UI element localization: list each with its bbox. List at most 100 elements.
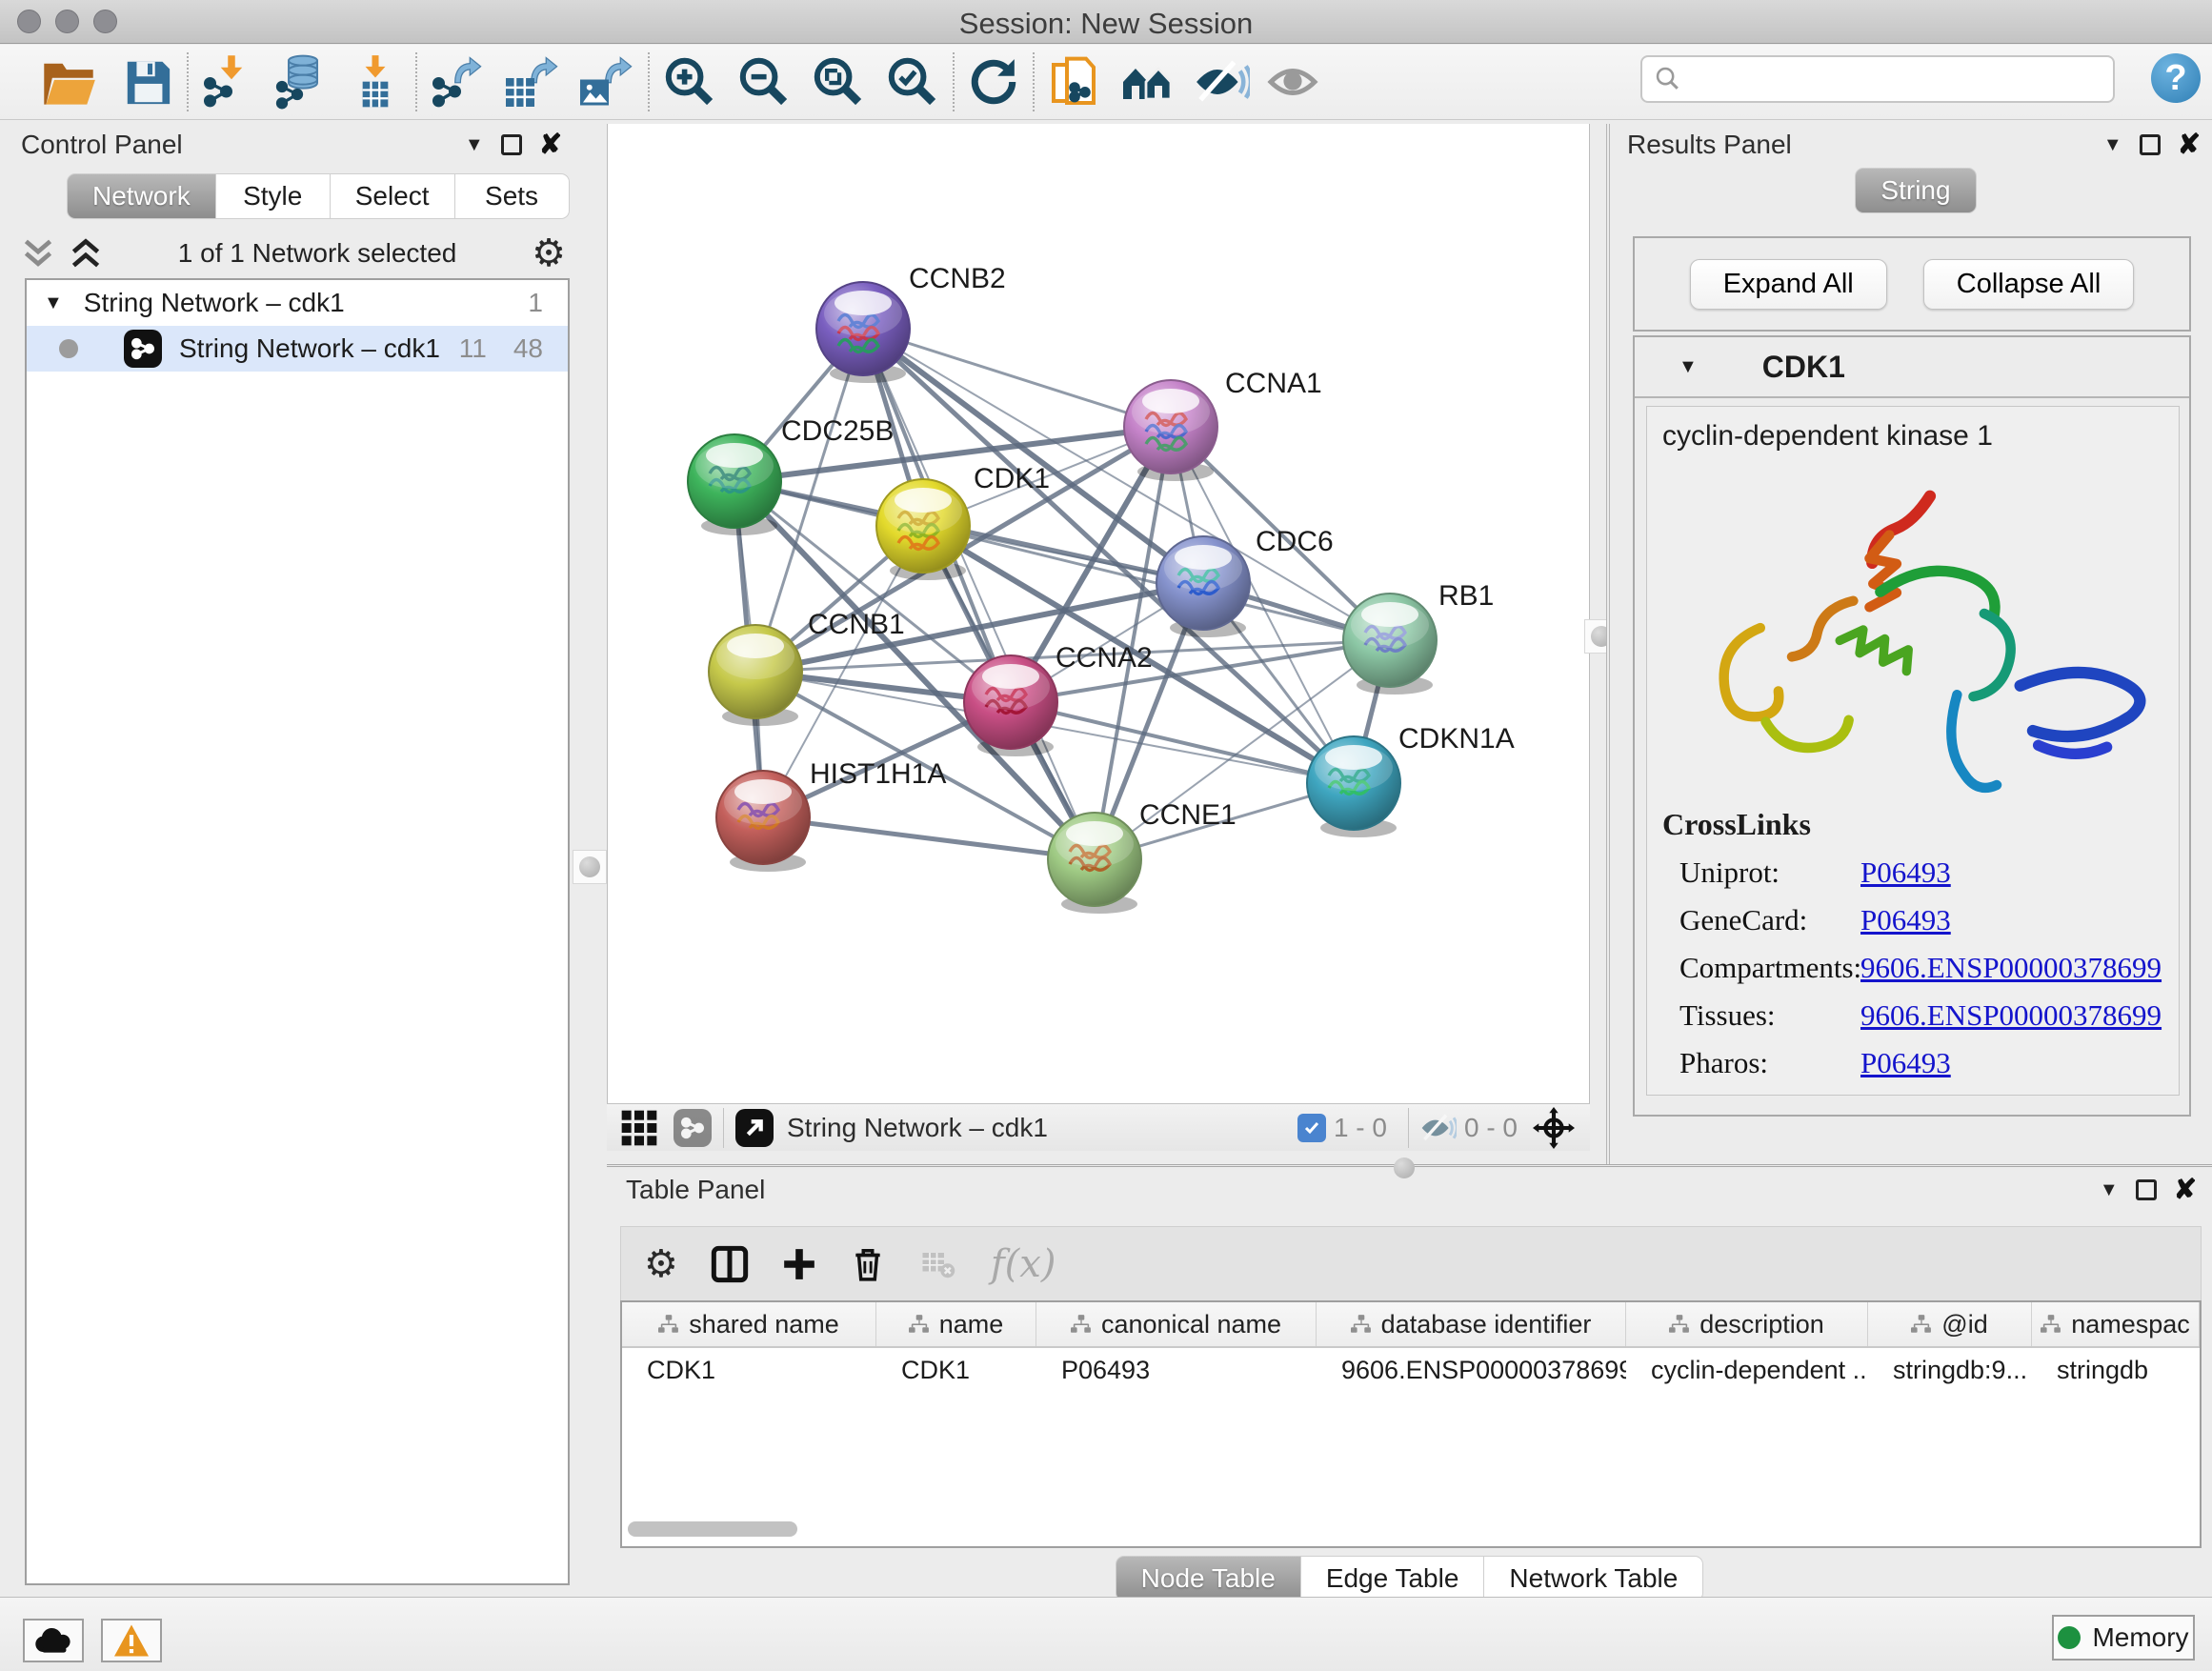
panel-menu-icon[interactable]: ▼: [2100, 1179, 2119, 1201]
tab-string[interactable]: String: [1855, 168, 1976, 213]
expand-all-button[interactable]: Expand All: [1690, 259, 1887, 310]
tab-node-table[interactable]: Node Table: [1116, 1556, 1301, 1601]
tab-select[interactable]: Select: [331, 173, 455, 219]
table-options-gear-icon[interactable]: ⚙: [644, 1245, 678, 1283]
vertical-splitter-dot[interactable]: [1394, 1158, 1415, 1178]
node-CCNA1[interactable]: CCNA1: [1124, 368, 1322, 481]
delete-column-icon[interactable]: [850, 1245, 886, 1283]
tab-edge-table[interactable]: Edge Table: [1301, 1556, 1485, 1601]
table-cell[interactable]: cyclin-dependent ...: [1626, 1356, 1868, 1385]
crosslink-link[interactable]: P06493: [1860, 903, 1951, 937]
save-session-button[interactable]: [122, 50, 173, 113]
column-header-shared-name[interactable]: shared name: [622, 1302, 876, 1346]
node-CDK1[interactable]: CDK1: [876, 463, 1050, 580]
node-label-CCNA1: CCNA1: [1225, 368, 1322, 399]
zoom-out-button[interactable]: [737, 50, 791, 113]
gene-header[interactable]: ▼ CDK1: [1635, 337, 2189, 398]
import-network-database-button[interactable]: [274, 50, 333, 113]
node-HIST1H1A[interactable]: HIST1H1A: [716, 758, 946, 872]
detach-view-icon[interactable]: [735, 1109, 774, 1147]
panel-menu-icon[interactable]: ▼: [2103, 134, 2122, 156]
column-header-namespac[interactable]: namespac: [2032, 1302, 2200, 1346]
left-splitter-handle[interactable]: [573, 850, 607, 884]
network-options-gear-icon[interactable]: ⚙: [532, 234, 566, 272]
export-network-button[interactable]: [431, 50, 486, 113]
column-header-canonical-name[interactable]: canonical name: [1036, 1302, 1317, 1346]
expand-all-icon[interactable]: [69, 236, 103, 271]
network-list: ▼ String Network – cdk1 1 String Network…: [25, 278, 570, 1585]
panel-float-icon[interactable]: [501, 134, 522, 155]
search-box[interactable]: [1640, 55, 2115, 103]
panel-close-icon[interactable]: ✘: [2178, 134, 2201, 155]
share-document-button[interactable]: [1048, 50, 1101, 113]
tab-network-table[interactable]: Network Table: [1484, 1556, 1703, 1601]
zoom-fit-button[interactable]: [812, 50, 865, 113]
collapse-all-button[interactable]: Collapse All: [1923, 259, 2135, 310]
toolbar-divider: [953, 52, 955, 111]
node-CCNE1[interactable]: CCNE1: [1048, 799, 1237, 914]
export-image-button[interactable]: [577, 50, 634, 113]
table-horizontal-scrollbar[interactable]: [628, 1521, 797, 1537]
crosslink-link[interactable]: P06493: [1860, 1046, 1951, 1080]
add-column-icon[interactable]: [781, 1246, 817, 1282]
network-row[interactable]: String Network – cdk1 11 48: [27, 326, 568, 372]
protein-structure-image: [1655, 458, 2169, 801]
column-header-name[interactable]: name: [876, 1302, 1036, 1346]
network-collection-row[interactable]: ▼ String Network – cdk1 1: [27, 280, 568, 326]
tab-network[interactable]: Network: [67, 173, 216, 219]
column-header-database-identifier[interactable]: database identifier: [1317, 1302, 1626, 1346]
import-network-file-button[interactable]: [202, 50, 257, 113]
node-RB1[interactable]: RB1: [1343, 580, 1494, 695]
edge-CCNB2-CCNA1[interactable]: [863, 329, 1171, 427]
table-cell[interactable]: stringdb: [2032, 1356, 2200, 1385]
tab-style[interactable]: Style: [216, 173, 331, 219]
table-cell[interactable]: stringdb:9...: [1868, 1356, 2032, 1385]
warnings-button[interactable]: [101, 1619, 162, 1662]
string-home-button[interactable]: [1118, 50, 1177, 113]
table-cell[interactable]: CDK1: [876, 1356, 1036, 1385]
grid-view-icon[interactable]: [620, 1109, 658, 1147]
zoom-selected-button[interactable]: [886, 50, 939, 113]
eye-slash-icon: [1195, 58, 1250, 106]
crosslink-link[interactable]: P06493: [1860, 856, 1951, 890]
tab-sets[interactable]: Sets: [455, 173, 570, 219]
cloud-status-button[interactable]: [23, 1619, 84, 1662]
column-header-description[interactable]: description: [1626, 1302, 1868, 1346]
panel-close-icon[interactable]: ✘: [539, 134, 562, 155]
export-table-button[interactable]: [503, 50, 560, 113]
node-table[interactable]: shared namenamecanonical namedatabase id…: [620, 1300, 2202, 1548]
gene-expander-icon[interactable]: ▼: [1679, 356, 1698, 378]
open-session-button[interactable]: [40, 50, 97, 113]
collection-expander-icon[interactable]: ▼: [44, 292, 63, 314]
show-columns-icon[interactable]: [711, 1245, 749, 1283]
column-header--id[interactable]: @id: [1868, 1302, 2032, 1346]
panel-float-icon[interactable]: [2136, 1179, 2157, 1200]
help-button[interactable]: ?: [2151, 53, 2201, 103]
panel-float-icon[interactable]: [2140, 134, 2161, 155]
import-table-button[interactable]: [351, 50, 402, 113]
table-cell[interactable]: CDK1: [622, 1356, 876, 1385]
show-eye-button[interactable]: [1267, 50, 1318, 113]
hide-glass-eye-button[interactable]: [1195, 50, 1250, 113]
network-canvas[interactable]: CCNB2CCNA1CDC25BCDK1CDC6RB1CCNB1CCNA2CDK…: [607, 124, 1590, 1103]
search-input[interactable]: [1682, 65, 2092, 94]
fit-selected-crosshair-icon[interactable]: [1533, 1107, 1575, 1149]
crosslink-link[interactable]: 9606.ENSP00000378699: [1860, 998, 2162, 1033]
gene-result-card: ▼ CDK1 cyclin-dependent kinase 1: [1633, 335, 2191, 1117]
table-cell[interactable]: 9606.ENSP00000378699: [1317, 1356, 1626, 1385]
gene-symbol: CDK1: [1762, 350, 1845, 385]
crosslink-link[interactable]: 9606.ENSP00000378699: [1860, 951, 2162, 985]
panel-close-icon[interactable]: ✘: [2174, 1179, 2197, 1200]
panel-menu-icon[interactable]: ▼: [465, 134, 484, 156]
edge-HIST1H1A-CCNE1[interactable]: [763, 817, 1095, 859]
birdseye-share-icon[interactable]: [674, 1109, 712, 1147]
selected-count-checkbox[interactable]: [1297, 1114, 1326, 1142]
memory-button[interactable]: Memory: [2052, 1615, 2195, 1661]
table-cell[interactable]: P06493: [1036, 1356, 1317, 1385]
table-row[interactable]: CDK1CDK1P064939606.ENSP00000378699cyclin…: [622, 1348, 2200, 1392]
node-CDKN1A[interactable]: CDKN1A: [1307, 723, 1515, 837]
apply-layout-button[interactable]: [968, 50, 1019, 113]
zoom-in-button[interactable]: [663, 50, 716, 113]
collapse-all-icon[interactable]: [21, 236, 55, 271]
function-builder-icon: f(x): [991, 1242, 1056, 1286]
